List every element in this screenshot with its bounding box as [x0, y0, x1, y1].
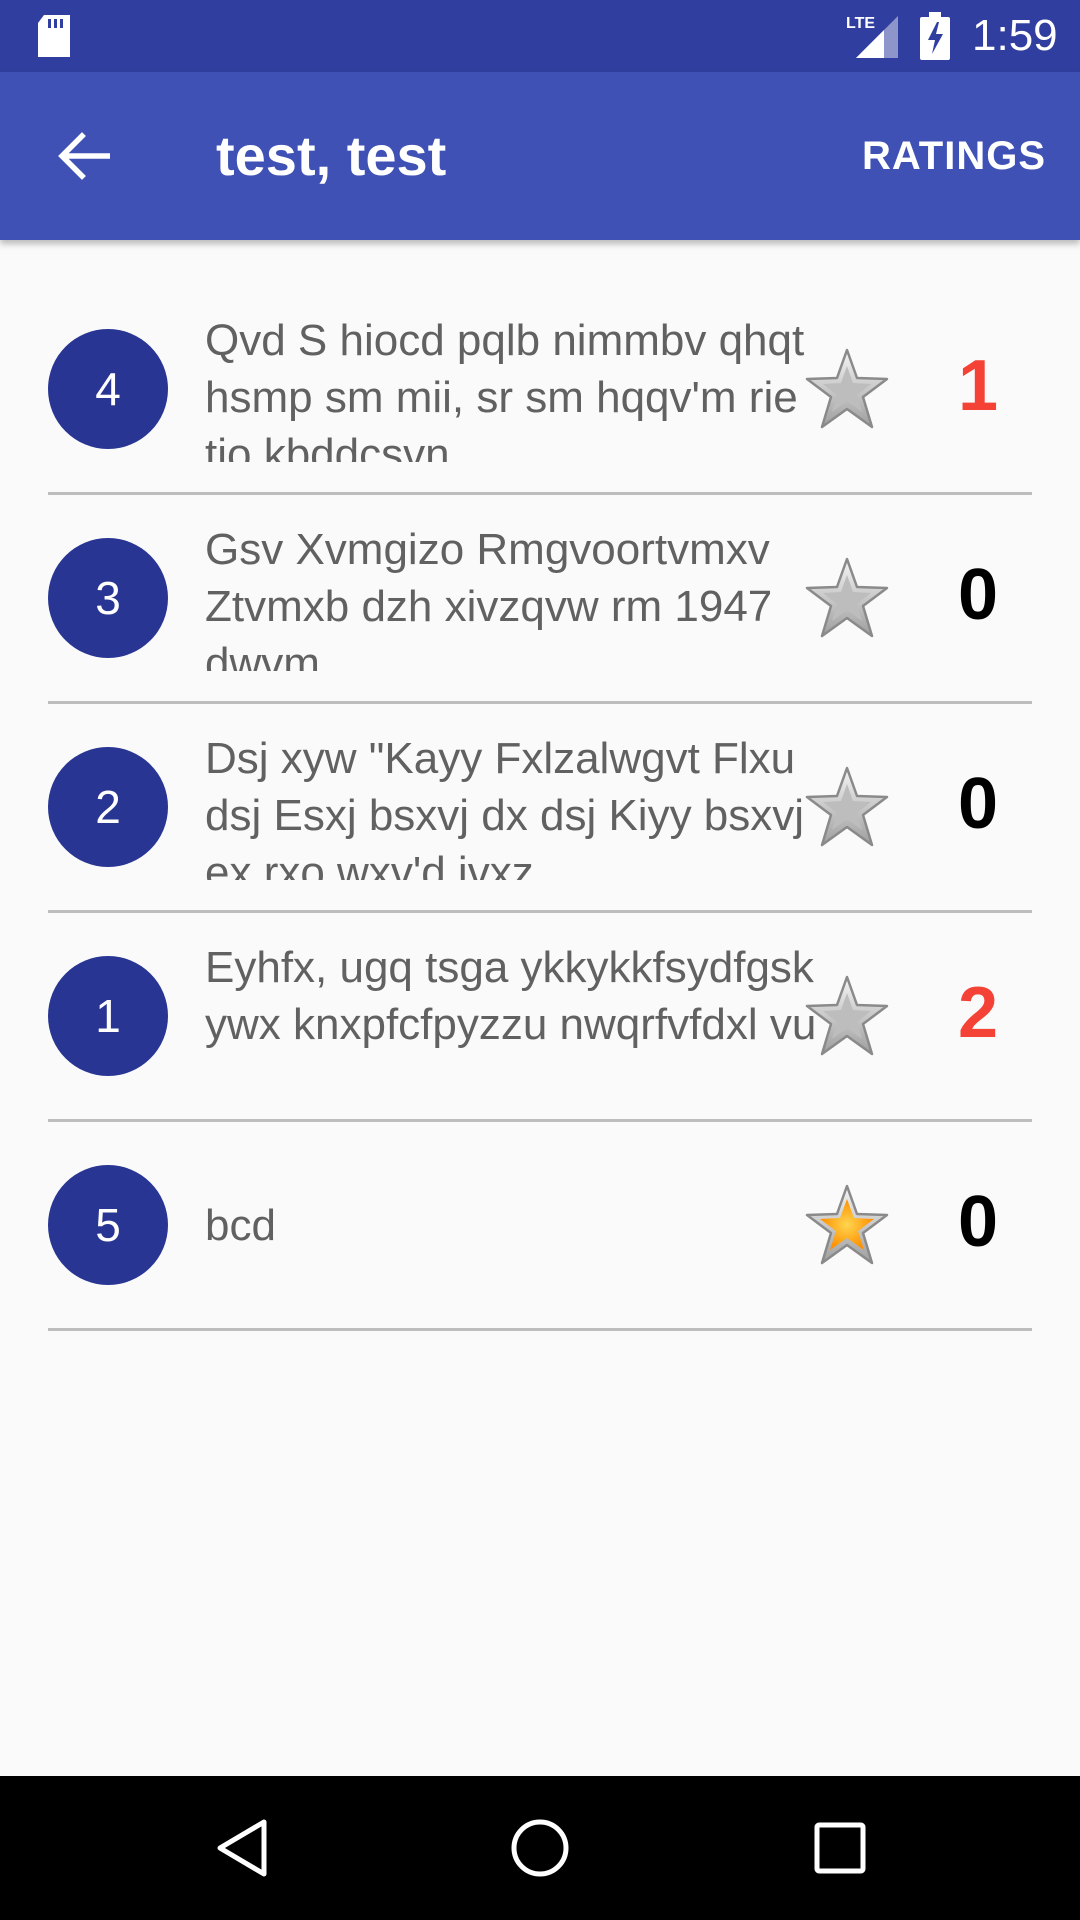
item-text: Eyhfx, ugq tsga ykkykkfsydfgsk ywx knxpf…	[205, 943, 817, 1049]
item-text: Gsv Xvmgizo Rmgvoortvmxv Ztvmxb dzh xivz…	[205, 525, 773, 671]
network-type-label: LTE	[846, 15, 875, 32]
star-filled-icon[interactable]	[804, 1182, 890, 1268]
home-circle-icon	[511, 1819, 569, 1877]
rank-badge: 3	[48, 538, 168, 658]
list-item[interactable]: 2 Dsj xyw "Kayy Fxlzalwgvt Flxu dsj Esxj…	[48, 704, 1032, 913]
list-item[interactable]: 4 Qvd S hiocd pqlb nimmbv qhqt hsmp sm m…	[48, 286, 1032, 495]
rank-badge: 2	[48, 747, 168, 867]
nav-back-button[interactable]	[194, 1800, 290, 1896]
navigation-bar	[0, 1776, 1080, 1920]
star-outline-icon[interactable]	[804, 764, 890, 850]
status-bar: LTE 1:59	[0, 0, 1080, 72]
nav-recents-button[interactable]	[792, 1800, 888, 1896]
item-text: bcd	[205, 1200, 276, 1250]
item-text: Dsj xyw "Kayy Fxlzalwgvt Flxu dsj Esxj b…	[205, 734, 805, 880]
item-text: Qvd S hiocd pqlb nimmbv qhqt hsmp sm mii…	[205, 316, 805, 462]
ranking-list: 4 Qvd S hiocd pqlb nimmbv qhqt hsmp sm m…	[0, 286, 1080, 1331]
arrow-back-icon	[58, 132, 110, 180]
back-triangle-icon	[217, 1819, 267, 1877]
recents-square-icon	[814, 1822, 866, 1874]
star-outline-icon[interactable]	[804, 555, 890, 641]
page-title: test, test	[216, 124, 447, 187]
rank-badge: 1	[48, 956, 168, 1076]
rating-count: 0	[957, 1182, 999, 1262]
star-outline-icon[interactable]	[804, 973, 890, 1059]
list-item[interactable]: 3 Gsv Xvmgizo Rmgvoortvmxv Ztvmxb dzh xi…	[48, 495, 1032, 704]
sd-card-icon	[38, 15, 70, 57]
rating-count: 0	[957, 764, 999, 844]
back-button[interactable]	[40, 116, 128, 196]
list-item[interactable]: 1 Eyhfx, ugq tsga ykkykkfsydfgsk ywx knx…	[48, 913, 1032, 1122]
rating-count: 1	[957, 346, 999, 426]
signal-icon: LTE	[846, 15, 898, 58]
rating-count: 0	[957, 555, 999, 635]
ratings-button[interactable]: RATINGS	[862, 130, 1046, 182]
battery-charging-icon	[920, 12, 950, 60]
app-bar: test, test RATINGS	[0, 72, 1080, 240]
rating-count: 2	[957, 973, 999, 1053]
rank-badge: 4	[48, 329, 168, 449]
nav-home-button[interactable]	[492, 1800, 588, 1896]
status-time: 1:59	[972, 11, 1058, 60]
rank-badge: 5	[48, 1165, 168, 1285]
star-outline-icon[interactable]	[804, 346, 890, 432]
list-item[interactable]: 5 bcd 0	[48, 1122, 1032, 1331]
